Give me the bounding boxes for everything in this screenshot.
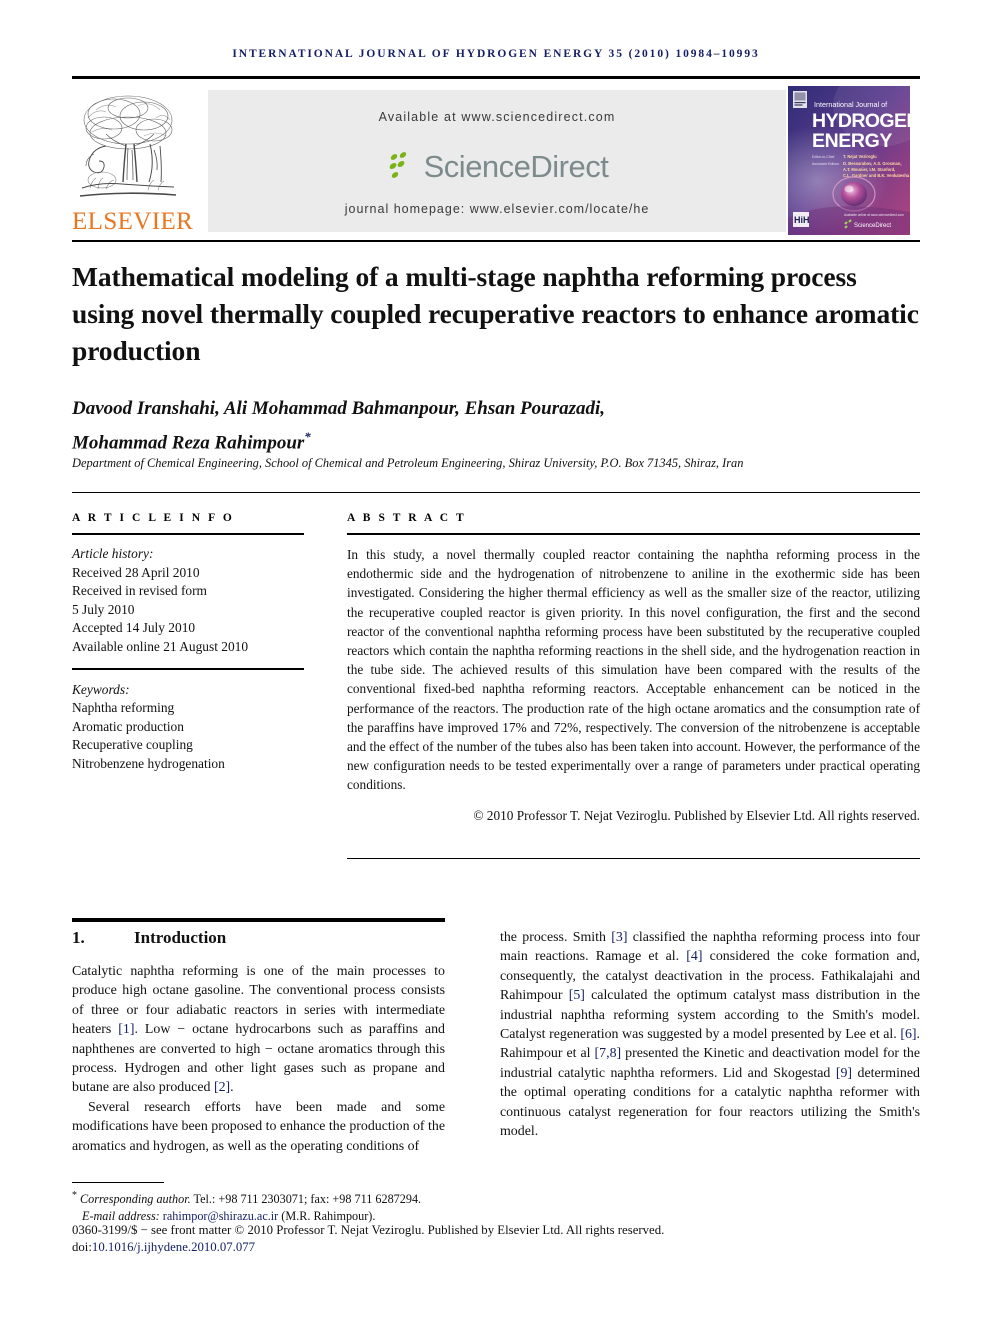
reference-link-7-8[interactable]: [7,8] — [595, 1046, 622, 1061]
elsevier-logo: ELSEVIER — [72, 86, 194, 236]
doi-link[interactable]: 10.1016/j.ijhydene.2010.07.077 — [92, 1240, 255, 1254]
available-at-text: Available at www.sciencedirect.com — [378, 110, 616, 124]
svg-text:HiH: HiH — [794, 215, 810, 225]
svg-text:HYDROGEN: HYDROGEN — [812, 110, 910, 132]
article-info-section: A R T I C L E I N F O Article history: R… — [72, 512, 304, 773]
page-title: Mathematical modeling of a multi-stage n… — [72, 261, 919, 366]
svg-text:D. Bessarabov, A.S. Grosman,: D. Bessarabov, A.S. Grosman, — [843, 161, 901, 166]
corresponding-author-note: * Corresponding author. Tel.: +98 711 23… — [72, 1188, 502, 1208]
svg-text:A.T. Mounier, I.M. Stanford,: A.T. Mounier, I.M. Stanford, — [843, 167, 895, 172]
abstract-section: A B S T R A C T In this study, a novel t… — [347, 512, 920, 825]
abstract-end-rule — [347, 858, 920, 859]
abstract-copyright: © 2010 Professor T. Nejat Veziroglu. Pub… — [473, 807, 920, 823]
keyword-item: Recuperative coupling — [72, 737, 193, 753]
author-list: Davood Iranshahi, Ali Mohammad Bahmanpou… — [72, 395, 920, 457]
sciencedirect-banner: Available at www.sciencedirect.com Scien… — [208, 90, 786, 232]
imprint-block: 0360-3199/$ − see front matter © 2010 Pr… — [72, 1222, 920, 1256]
keyword-item: Naphtha reforming — [72, 700, 175, 716]
article-history: Article history: Received 28 April 2010 … — [72, 545, 304, 656]
abstract-divider — [347, 533, 920, 535]
issn-copyright-line: 0360-3199/$ − see front matter © 2010 Pr… — [72, 1223, 665, 1237]
keywords-divider — [72, 668, 304, 670]
body-column-right: the process. Smith [3] classified the na… — [500, 928, 920, 1141]
reference-link-5[interactable]: [5] — [569, 988, 585, 1003]
history-item: 5 July 2010 — [72, 601, 135, 617]
elsevier-tree-icon — [76, 88, 180, 206]
abstract-heading: A B S T R A C T — [347, 512, 467, 524]
doi-line: doi:10.1016/j.ijhydene.2010.07.077 — [72, 1239, 920, 1256]
leaf-icon — [389, 152, 406, 178]
history-label: Article history: — [72, 546, 154, 561]
svg-text:T. Nejat Veziroglu: T. Nejat Veziroglu — [843, 154, 877, 159]
reference-link-6[interactable]: [6] — [900, 1027, 916, 1042]
reference-link-2[interactable]: [2] — [214, 1080, 230, 1095]
author-line-1: Davood Iranshahi, Ali Mohammad Bahmanpou… — [72, 398, 606, 419]
section-rule — [72, 918, 445, 922]
corresponding-author-label: Corresponding author. — [80, 1192, 191, 1207]
corresponding-author-marker: * — [304, 429, 311, 444]
journal-article-page: INTERNATIONAL JOURNAL OF HYDROGEN ENERGY… — [0, 0, 992, 1323]
reference-link-3[interactable]: [3] — [611, 930, 627, 945]
sciencedirect-wordmark: ScienceDirect — [423, 149, 609, 184]
email-link[interactable]: rahimpor@shirazu.ac.ir — [163, 1209, 278, 1223]
svg-text:International Journal of: International Journal of — [814, 100, 887, 109]
masthead-rule — [72, 240, 920, 242]
footnote-marker: * — [72, 1190, 77, 1201]
email-owner: (M.R. Rahimpour). — [278, 1208, 376, 1223]
elsevier-wordmark: ELSEVIER — [72, 208, 194, 235]
history-item: Received 28 April 2010 — [72, 564, 200, 580]
journal-homepage-text: journal homepage: www.elsevier.com/locat… — [344, 202, 650, 216]
keyword-item: Nitrobenzene hydrogenation — [72, 755, 225, 771]
svg-text:ENERGY: ENERGY — [812, 130, 892, 152]
info-section-rule — [72, 492, 920, 493]
paragraph: Catalytic naphtha reforming is one of th… — [72, 962, 445, 1098]
svg-text:Available online at www.scienc: Available online at www.sciencedirect.co… — [844, 213, 904, 217]
footnote-rule — [72, 1182, 164, 1183]
body-column-left: Catalytic naphtha reforming is one of th… — [72, 962, 445, 1156]
paragraph-text: the process. Smith — [500, 930, 612, 945]
email-label: E-mail address: — [82, 1208, 163, 1223]
keyword-item: Aromatic production — [72, 718, 184, 734]
paragraph: the process. Smith [3] classified the na… — [500, 928, 920, 1141]
reference-link-4[interactable]: [4] — [686, 949, 702, 964]
article-info-heading: A R T I C L E I N F O — [72, 512, 235, 524]
reference-link-9[interactable]: [9] — [836, 1066, 852, 1081]
keywords-section: Keywords: Naphtha reforming Aromatic pro… — [72, 681, 304, 774]
journal-cover-thumbnail: International Journal of HYDROGEN ENERGY… — [788, 86, 910, 235]
affiliation: Department of Chemical Engineering, Scho… — [72, 456, 744, 470]
abstract-text: In this study, a novel thermally coupled… — [347, 547, 920, 793]
keywords-label: Keywords: — [72, 681, 130, 697]
doi-prefix: doi: — [72, 1240, 92, 1254]
svg-text:Editor-in-Chief: Editor-in-Chief — [812, 155, 834, 159]
section-heading-introduction: 1. Introduction — [72, 928, 445, 948]
reference-link-1[interactable]: [1] — [118, 1022, 134, 1037]
svg-text:ScienceDirect: ScienceDirect — [854, 223, 891, 229]
paragraph: Several research efforts have been made … — [72, 1099, 445, 1154]
section-number: 1. — [72, 928, 85, 947]
running-head: INTERNATIONAL JOURNAL OF HYDROGEN ENERGY… — [232, 48, 760, 60]
sciencedirect-logo: ScienceDirect — [208, 144, 786, 190]
masthead: ELSEVIER Available at www.sciencedirect.… — [72, 86, 920, 236]
svg-text:Associate Editors: Associate Editors — [812, 162, 839, 166]
footnote-block: * Corresponding author. Tel.: +98 711 23… — [72, 1188, 502, 1224]
history-item: Available online 21 August 2010 — [72, 638, 249, 654]
author-line-2: Mohammad Reza Rahimpour — [72, 432, 305, 454]
contact-numbers: Tel.: +98 711 2303071; fax: +98 711 6287… — [190, 1192, 422, 1207]
article-info-divider — [72, 533, 304, 535]
section-title: Introduction — [134, 928, 227, 947]
history-item: Accepted 14 July 2010 — [72, 620, 196, 635]
paragraph-text: . — [230, 1080, 234, 1096]
header-rule — [72, 76, 920, 79]
history-item: Received in revised form — [72, 583, 207, 598]
